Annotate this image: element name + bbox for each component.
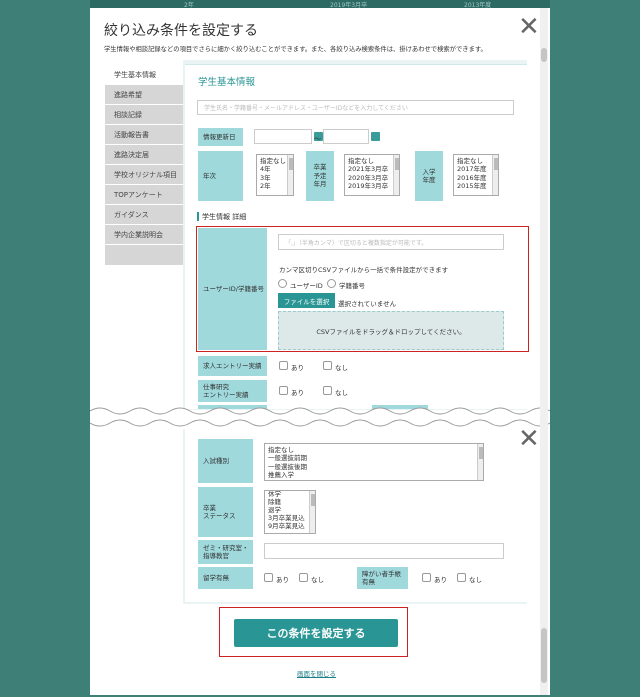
study-abroad-yes-checkbox[interactable] <box>264 573 273 582</box>
listbox-scrollbar[interactable] <box>287 155 293 195</box>
modal-title: 絞り込み条件を設定する <box>104 23 258 39</box>
label-line: 卒業 <box>313 163 327 172</box>
highlight-box <box>219 607 408 657</box>
option[interactable]: 2019年3月卒 <box>348 182 396 190</box>
modal-description: 学生情報や相談記録などの項目でさらに細かく絞り込むことができます。また、各絞り込… <box>104 46 487 53</box>
sidebar-item-school-original[interactable]: 学校オリジナル項目 <box>105 165 185 185</box>
scroll-thumb[interactable] <box>541 48 547 62</box>
sidebar-item-guidance[interactable]: ガイダンス <box>105 205 185 225</box>
entrance-type-select[interactable]: 指定なし 一般選抜前期 一般選抜後期 推薦入学 <box>264 443 484 481</box>
option[interactable]: 2年 <box>260 182 290 190</box>
no-label: なし <box>469 576 482 584</box>
sidebar-item-career-hope[interactable]: 進路希望 <box>105 85 185 105</box>
sidebar-item-basic-info[interactable]: 学生基本情報 <box>105 65 185 85</box>
close-icon[interactable]: ✕ <box>518 14 540 40</box>
option[interactable]: 2021年3月卒 <box>348 165 396 173</box>
job-research-yes-checkbox[interactable] <box>279 386 288 395</box>
option[interactable]: 一般選抜前期 <box>268 454 480 462</box>
highlight-box <box>196 226 529 352</box>
section-marker <box>197 212 199 221</box>
label-line: 年月 <box>313 180 327 189</box>
disability-no-checkbox[interactable] <box>457 573 466 582</box>
yes-label: あり <box>291 364 304 372</box>
section-title: 学生基本情報 <box>198 77 256 88</box>
job-research-no-checkbox[interactable] <box>323 386 332 395</box>
label-line: エントリー実績 <box>203 391 249 399</box>
label-line: ゼミ・研究室・ <box>203 543 249 552</box>
update-date-to[interactable] <box>323 129 369 144</box>
graduation-status-label: 卒業 ステータス <box>198 487 253 537</box>
option[interactable]: 4年 <box>260 165 290 173</box>
no-label: なし <box>335 389 348 397</box>
label-line: 仕事研究 <box>203 382 229 391</box>
sidebar-filler <box>105 245 185 265</box>
option[interactable]: 3年 <box>260 174 290 182</box>
grade-select[interactable]: 指定なし 4年 3年 2年 <box>256 154 294 196</box>
listbox-scrollbar[interactable] <box>492 155 498 195</box>
option[interactable]: 休学 <box>268 491 312 498</box>
calendar-icon[interactable] <box>371 132 380 141</box>
listbox-scrollbar[interactable] <box>393 155 399 195</box>
graduation-date-select[interactable]: 指定なし 2021年3月卒 2020年3月卒 2019年3月卒 <box>344 154 400 196</box>
no-label: なし <box>311 576 324 584</box>
sidebar-item-company-seminar[interactable]: 学内企業説明会 <box>105 225 185 245</box>
no-label: なし <box>335 364 348 372</box>
close-icon[interactable]: ✕ <box>518 426 540 452</box>
entrance-type-label: 入試種別 <box>198 439 253 483</box>
option[interactable]: 推薦入学 <box>268 471 480 479</box>
option[interactable]: 2015年度 <box>457 182 495 190</box>
sidebar-item-top-survey[interactable]: TOPアンケート <box>105 185 185 205</box>
update-date-label: 情報更新日 <box>198 128 243 146</box>
background-strip: 2年 2019年3月卒 2013年度 <box>90 0 550 9</box>
option[interactable]: 2016年度 <box>457 174 495 182</box>
label-line: 卒業 <box>203 503 216 512</box>
grade-label: 年次 <box>198 151 243 201</box>
job-research-label: 仕事研究 エントリー実績 <box>198 380 267 402</box>
label-line: 指導教官 <box>203 552 229 560</box>
search-input[interactable]: 学生氏名・学籍番号・メールアドレス・ユーザーIDなどを入力してください <box>197 100 514 115</box>
label-line: 予定 <box>313 171 327 180</box>
admission-year-select[interactable]: 指定なし 2017年度 2016年度 2015年度 <box>453 154 499 196</box>
sidebar-item-career-decision[interactable]: 進路決定届 <box>105 145 185 165</box>
sidebar-item-consultation[interactable]: 相談記録 <box>105 105 185 125</box>
screen-break-wave <box>90 407 550 427</box>
detail-title: 学生情報 詳細 <box>202 213 247 221</box>
graduation-date-label: 卒業 予定 年月 <box>306 151 334 201</box>
yes-label: あり <box>291 389 304 397</box>
study-abroad-no-checkbox[interactable] <box>299 573 308 582</box>
label-line: 年度 <box>422 176 436 184</box>
option[interactable]: 一般選抜後期 <box>268 463 480 471</box>
option[interactable]: 3月卒業見込 <box>268 514 312 522</box>
scroll-thumb[interactable] <box>541 628 547 683</box>
close-screen-link[interactable]: 画面を閉じる <box>297 668 336 678</box>
label-line: 有無 <box>362 578 375 586</box>
label-line: 入学 <box>422 167 436 176</box>
option[interactable]: 2017年度 <box>457 165 495 173</box>
update-date-from[interactable] <box>254 129 312 144</box>
yes-label: あり <box>276 576 289 584</box>
listbox-scrollbar[interactable] <box>477 444 483 480</box>
seminar-label: ゼミ・研究室・ 指導教官 <box>198 540 253 564</box>
seminar-input[interactable] <box>264 543 504 559</box>
yes-label: あり <box>434 576 447 584</box>
modal-scrollbar[interactable] <box>540 8 548 695</box>
job-entry-yes-checkbox[interactable] <box>279 361 288 370</box>
label-line: 障がい者手帳 <box>362 569 401 578</box>
option[interactable]: 退学 <box>268 506 312 514</box>
date-separator: 〜 <box>314 135 321 143</box>
study-abroad-label: 留学有無 <box>198 567 253 589</box>
option[interactable]: 9月卒業見込 <box>268 522 312 530</box>
job-entry-no-checkbox[interactable] <box>323 361 332 370</box>
disability-label: 障がい者手帳 有無 <box>357 567 408 589</box>
job-entry-label: 求人エントリー実績 <box>198 356 267 376</box>
label-line: ステータス <box>203 512 236 520</box>
option[interactable]: 除籍 <box>268 498 312 506</box>
option[interactable]: 2020年3月卒 <box>348 174 396 182</box>
listbox-scrollbar[interactable] <box>309 491 315 533</box>
admission-year-label: 入学 年度 <box>415 151 443 201</box>
sidebar-item-activity-report[interactable]: 活動報告書 <box>105 125 185 145</box>
graduation-status-select[interactable]: 休学 除籍 退学 3月卒業見込 9月卒業見込 <box>264 490 316 534</box>
disability-yes-checkbox[interactable] <box>422 573 431 582</box>
